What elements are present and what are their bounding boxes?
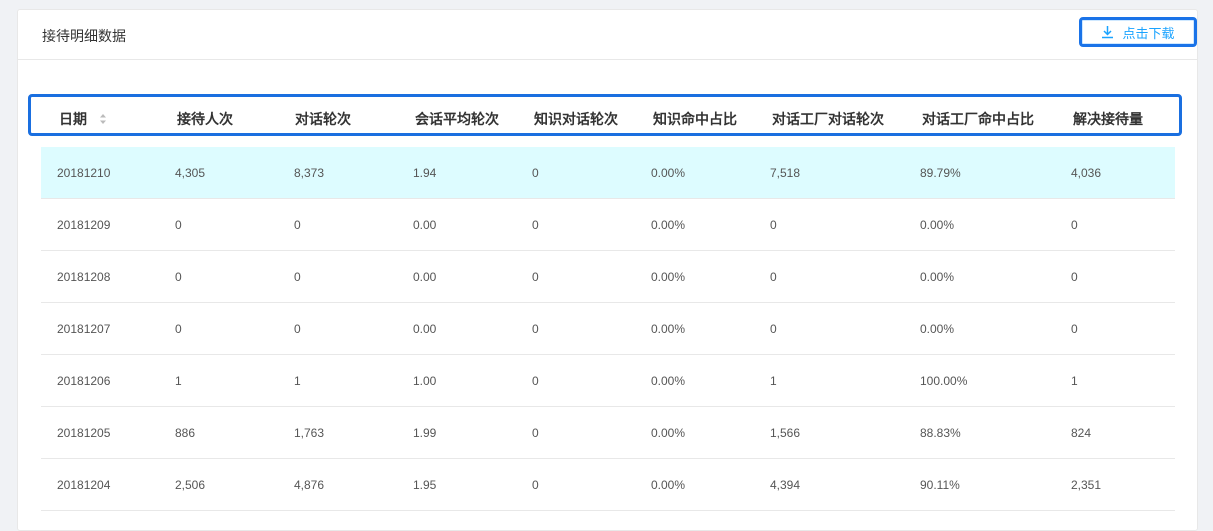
table-row: 20181209 0 0 0.00 0 0.00% 0 0.00% 0 xyxy=(41,199,1175,251)
cell-avg-rounds: 0.00 xyxy=(413,270,437,284)
cell-dialog-rounds: 1,763 xyxy=(294,426,325,440)
cell-visits: 2,506 xyxy=(175,478,206,492)
cell-knowledge-rounds: 0 xyxy=(532,478,539,492)
cell-factory-hit: 0.00% xyxy=(920,322,955,336)
cell-knowledge-hit: 0.00% xyxy=(651,270,686,284)
cell-knowledge-rounds: 0 xyxy=(532,218,539,232)
cell-dialog-rounds: 0 xyxy=(294,218,301,232)
cell-factory-rounds: 0 xyxy=(770,270,777,284)
download-button-label: 点击下载 xyxy=(1122,25,1175,41)
col-header-visits: 接待人次 xyxy=(177,111,233,127)
cell-knowledge-hit: 0.00% xyxy=(651,322,686,336)
cell-factory-hit: 89.79% xyxy=(920,166,961,180)
cell-factory-rounds: 7,518 xyxy=(770,166,801,180)
cell-factory-hit: 90.11% xyxy=(920,478,960,492)
cell-factory-hit: 88.83% xyxy=(920,426,961,440)
cell-date: 20181205 xyxy=(57,426,111,440)
cell-date: 20181209 xyxy=(57,218,111,232)
sort-icon[interactable] xyxy=(99,113,107,125)
cell-dialog-rounds: 4,876 xyxy=(294,478,325,492)
cell-dialog-rounds: 0 xyxy=(294,270,301,284)
cell-avg-rounds: 1.94 xyxy=(413,166,437,180)
cell-factory-rounds: 1 xyxy=(770,374,777,388)
cell-date: 20181204 xyxy=(57,478,111,492)
cell-avg-rounds: 0.00 xyxy=(413,322,437,336)
cell-resolved: 4,036 xyxy=(1071,166,1102,180)
cell-resolved: 0 xyxy=(1071,322,1078,336)
col-header-avg-rounds: 会话平均轮次 xyxy=(415,111,499,127)
cell-visits: 886 xyxy=(175,426,196,440)
cell-dialog-rounds: 8,373 xyxy=(294,166,325,180)
cell-date: 20181208 xyxy=(57,270,111,284)
card-header: 接待明细数据 点击下载 xyxy=(18,10,1197,60)
cell-resolved: 0 xyxy=(1071,270,1078,284)
table-row: 20181210 4,305 8,373 1.94 0 0.00% 7,518 89.79% 4… xyxy=(41,147,1175,199)
download-button[interactable]: 点击下载 xyxy=(1079,17,1197,47)
col-header-date[interactable]: 日期 xyxy=(59,109,107,129)
table-row: 20181208 0 0 0.00 0 0.00% 0 0.00% 0 xyxy=(41,251,1175,303)
cell-dialog-rounds: 1 xyxy=(294,374,301,388)
cell-visits: 0 xyxy=(175,270,182,284)
detail-table: 日期 接待人次 对话轮次 会话平均轮次 知识对话轮次 知识命中占比 对话工厂对话… xyxy=(28,94,1182,136)
cell-resolved: 824 xyxy=(1071,426,1092,440)
cell-knowledge-hit: 0.00% xyxy=(651,218,686,232)
cell-visits: 1 xyxy=(175,374,182,388)
download-icon xyxy=(1102,26,1114,39)
cell-factory-hit: 0.00% xyxy=(920,218,955,232)
table-body: 20181210 4,305 8,373 1.94 0 0.00% 7,518 89.79% 4… xyxy=(41,147,1175,511)
cell-date: 20181206 xyxy=(57,374,111,388)
cell-dialog-rounds: 0 xyxy=(294,322,301,336)
cell-date: 20181207 xyxy=(57,322,111,336)
cell-avg-rounds: 1.95 xyxy=(413,478,437,492)
table-row: 20181207 0 0 0.00 0 0.00% 0 0.00% 0 xyxy=(41,303,1175,355)
cell-knowledge-rounds: 0 xyxy=(532,166,539,180)
col-header-dialog-rounds: 对话轮次 xyxy=(295,111,351,127)
cell-factory-hit: 0.00% xyxy=(920,270,955,284)
table-row: 20181204 2,506 4,876 1.95 0 0.00% 4,394 90.11% 2… xyxy=(41,459,1175,511)
cell-knowledge-hit: 0.00% xyxy=(651,426,686,440)
table-row: 20181205 886 1,763 1.99 0 0.00% 1,566 88.83% 824 xyxy=(41,407,1175,459)
table-header: 日期 接待人次 对话轮次 会话平均轮次 知识对话轮次 知识命中占比 对话工厂对话… xyxy=(28,94,1182,136)
cell-factory-hit: 100.00% xyxy=(920,374,968,388)
cell-knowledge-hit: 0.00% xyxy=(651,478,686,492)
cell-avg-rounds: 1.99 xyxy=(413,426,437,440)
col-header-factory-hit: 对话工厂命中占比 xyxy=(922,111,1034,127)
cell-resolved: 2,351 xyxy=(1071,478,1102,492)
cell-factory-rounds: 1,566 xyxy=(770,426,801,440)
cell-avg-rounds: 1.00 xyxy=(413,374,437,388)
cell-knowledge-rounds: 0 xyxy=(532,270,539,284)
cell-knowledge-rounds: 0 xyxy=(532,426,539,440)
card-title: 接待明细数据 xyxy=(42,28,126,44)
cell-visits: 4,305 xyxy=(175,166,206,180)
cell-knowledge-rounds: 0 xyxy=(532,374,539,388)
cell-knowledge-rounds: 0 xyxy=(532,322,539,336)
cell-date: 20181210 xyxy=(57,166,111,180)
table-row: 20181206 1 1 1.00 0 0.00% 1 100.00% 1 xyxy=(41,355,1175,407)
cell-visits: 0 xyxy=(175,322,182,336)
cell-factory-rounds: 0 xyxy=(770,218,777,232)
cell-knowledge-hit: 0.00% xyxy=(651,166,686,180)
cell-avg-rounds: 0.00 xyxy=(413,218,437,232)
cell-resolved: 0 xyxy=(1071,218,1078,232)
cell-factory-rounds: 0 xyxy=(770,322,777,336)
col-header-knowledge-rounds: 知识对话轮次 xyxy=(534,111,618,127)
cell-resolved: 1 xyxy=(1071,374,1078,388)
cell-factory-rounds: 4,394 xyxy=(770,478,801,492)
col-header-knowledge-hit: 知识命中占比 xyxy=(653,111,737,127)
col-header-resolved: 解决接待量 xyxy=(1073,111,1143,127)
cell-visits: 0 xyxy=(175,218,182,232)
cell-knowledge-hit: 0.00% xyxy=(651,374,686,388)
col-header-factory-rounds: 对话工厂对话轮次 xyxy=(772,111,884,127)
